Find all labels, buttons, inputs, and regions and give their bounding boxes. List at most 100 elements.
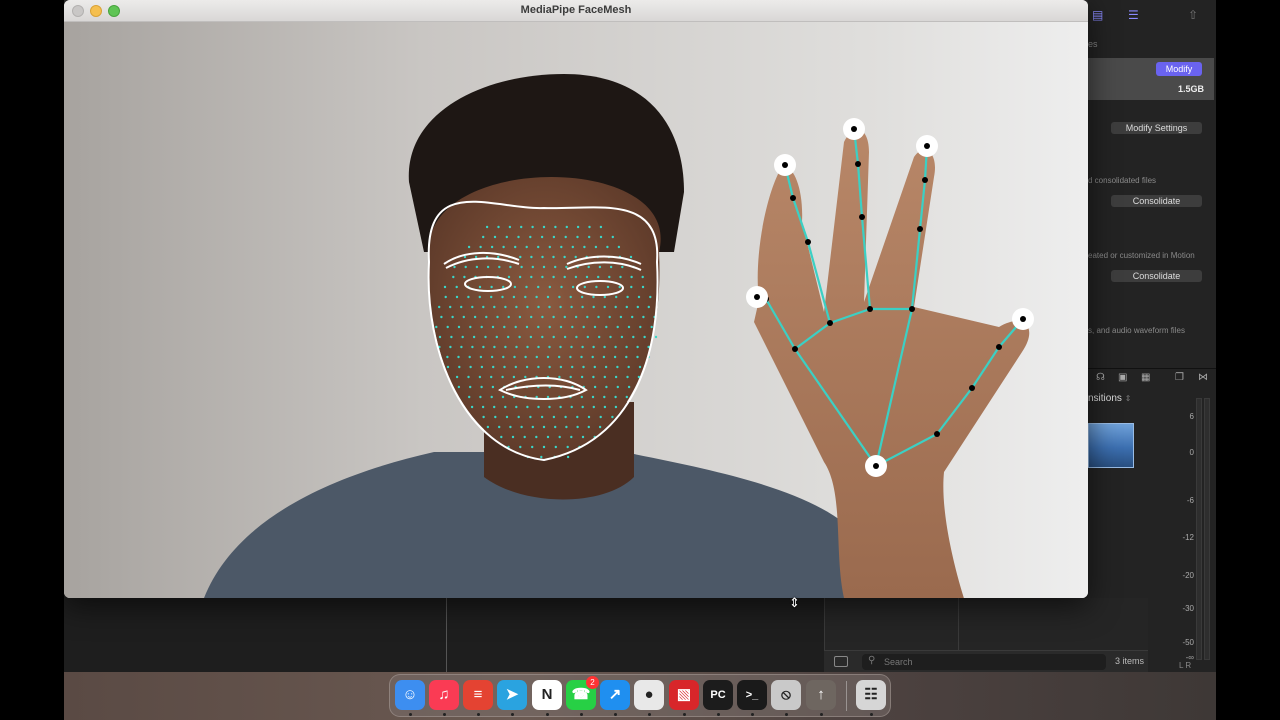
mesh-point	[467, 295, 470, 299]
mesh-point	[564, 415, 567, 419]
mesh-point	[455, 295, 459, 299]
mesh-point	[512, 375, 516, 379]
no-entry-icon[interactable]: ⦸	[771, 680, 801, 710]
meter-bar-right	[1204, 398, 1210, 660]
motion-created-label: eated or customized in Motion	[1088, 251, 1195, 260]
mesh-point	[535, 355, 538, 359]
modify-button[interactable]: Modify	[1156, 62, 1202, 76]
window-icon[interactable]: ❐	[1175, 372, 1184, 383]
whatsapp-icon[interactable]: ☎ 2	[566, 676, 599, 710]
bowtie-icon[interactable]: ⋈	[1198, 372, 1208, 383]
rocket-icon[interactable]: ↑	[806, 680, 836, 710]
consolidate-button-2[interactable]: Consolidate	[1111, 270, 1202, 282]
mesh-point	[604, 365, 608, 369]
film-icon[interactable]: ▦	[1141, 372, 1150, 383]
todoist-icon[interactable]: ≡	[463, 680, 493, 710]
filmstrip-icon[interactable]: ▤	[1092, 8, 1103, 22]
telegram-icon[interactable]: ➤	[497, 680, 527, 710]
mesh-point	[636, 305, 639, 309]
chrome-icon[interactable]: ●	[634, 680, 664, 710]
mesh-point	[498, 425, 501, 429]
mesh-point	[571, 285, 575, 289]
mesh-point	[541, 275, 544, 279]
mesh-point	[503, 365, 506, 369]
mesh-point	[616, 385, 619, 389]
transition-thumbnail[interactable]	[1088, 423, 1134, 468]
mesh-point	[603, 295, 606, 299]
mesh-point	[609, 335, 612, 339]
mesh-point	[507, 315, 510, 319]
headphones-icon[interactable]: ☊	[1096, 372, 1105, 383]
dock: ☺ ♫ ≡ ➤ N ☎ 2 ↗ ● ▧ PC >_ ⦸ ↑ ☷	[389, 674, 891, 717]
music-icon[interactable]: ♫	[429, 680, 459, 710]
sidebar-toggle-icon[interactable]	[834, 656, 848, 667]
mesh-point	[563, 335, 567, 339]
mesh-point	[650, 325, 653, 329]
search-field[interactable]: ⚲	[862, 654, 1106, 670]
mesh-point	[485, 315, 488, 319]
mesh-point	[632, 335, 635, 339]
notion-icon[interactable]: N	[532, 680, 562, 710]
mesh-point	[629, 255, 633, 259]
consolidate-button-1[interactable]: Consolidate	[1111, 195, 1202, 207]
mesh-point	[625, 395, 628, 399]
mesh-point	[554, 445, 557, 449]
sketchup-icon[interactable]: ▧	[669, 680, 699, 710]
waveform-files-label: s, and audio waveform files	[1088, 326, 1185, 335]
meter-tick: 0	[1189, 448, 1194, 457]
transitions-selector[interactable]: nsitions ⇕	[1088, 393, 1148, 404]
mesh-point	[552, 415, 556, 419]
mesh-point	[581, 305, 584, 309]
running-indicator	[443, 713, 446, 716]
mesh-point	[542, 425, 546, 429]
mesh-point	[478, 295, 481, 299]
safari-icon[interactable]: ↗	[600, 680, 630, 710]
playhead-line[interactable]	[446, 598, 447, 672]
mesh-point	[587, 265, 590, 269]
window-title: MediaPipe FaceMesh	[520, 4, 632, 16]
pycharm-glyph: PC	[710, 689, 726, 701]
pycharm-icon[interactable]: PC	[703, 680, 733, 710]
mesh-point	[461, 335, 464, 339]
running-indicator	[683, 713, 686, 716]
mesh-point	[641, 285, 645, 289]
mesh-point	[591, 355, 594, 359]
mesh-point	[484, 335, 487, 339]
modify-settings-button[interactable]: Modify Settings	[1111, 122, 1202, 134]
mesh-point	[565, 225, 568, 229]
search-input[interactable]	[884, 656, 1084, 668]
mesh-point	[469, 365, 472, 369]
mesh-point	[611, 235, 614, 239]
mesh-point	[501, 375, 504, 379]
mesh-point	[576, 225, 580, 229]
mesh-point	[593, 325, 597, 329]
mesh-point	[618, 285, 621, 289]
mesh-point	[615, 295, 618, 299]
camera-icon[interactable]: ▣	[1118, 372, 1127, 383]
sliders-icon[interactable]: ☰	[1128, 8, 1139, 22]
mesh-point	[525, 365, 529, 369]
trash-icon[interactable]: ☷	[856, 680, 886, 710]
mesh-point	[630, 285, 633, 289]
terminal-icon[interactable]: >_	[737, 680, 767, 710]
music-glyph: ♫	[438, 686, 450, 703]
share-icon[interactable]: ⇧	[1188, 8, 1198, 22]
hand-joint	[924, 143, 930, 149]
mesh-point	[537, 245, 540, 249]
mesh-point	[526, 305, 529, 309]
mesh-point	[524, 295, 527, 299]
mesh-point	[471, 345, 474, 349]
mesh-point	[535, 435, 538, 439]
mesh-point	[643, 335, 646, 339]
mesh-point	[627, 325, 631, 329]
chrome-glyph: ●	[644, 686, 654, 703]
mesh-point	[593, 365, 596, 369]
mesh-point	[580, 395, 583, 399]
title-bar[interactable]: MediaPipe FaceMesh	[64, 0, 1088, 22]
mesh-point	[479, 395, 482, 399]
mesh-point	[626, 295, 629, 299]
mesh-point	[542, 265, 546, 269]
finder-icon[interactable]: ☺	[395, 680, 425, 710]
mesh-point	[559, 325, 563, 329]
hand-joint	[996, 344, 1002, 350]
